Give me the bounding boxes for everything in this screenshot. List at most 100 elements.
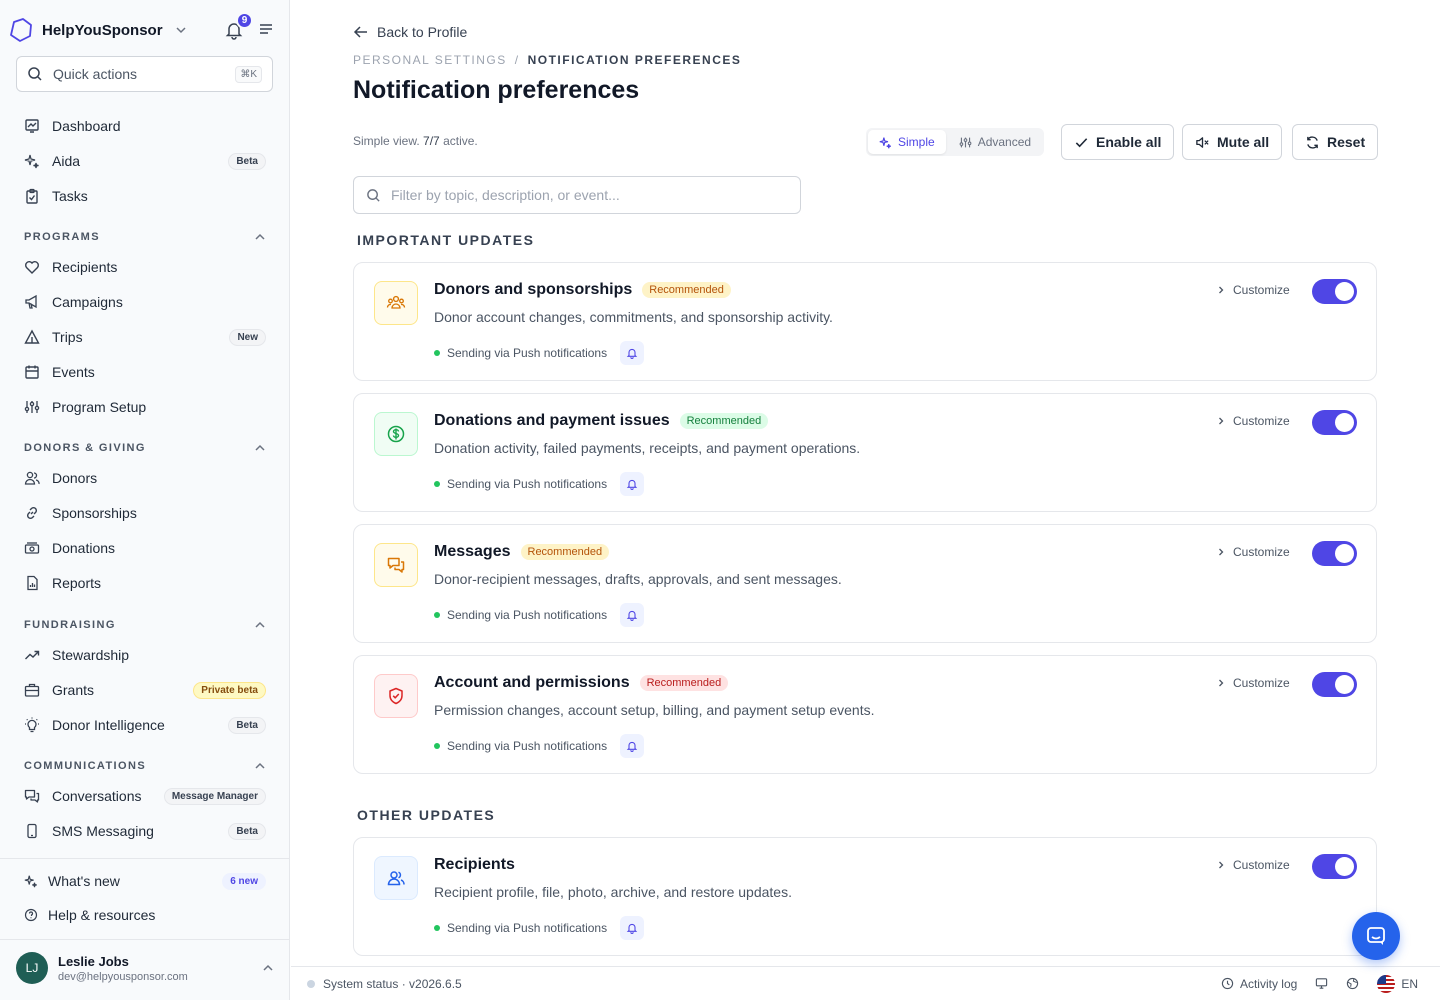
back-label: Back to Profile [377,24,468,40]
monitor-icon[interactable] [1315,977,1328,990]
nav-tasks[interactable]: Tasks [24,184,266,208]
mute-all-button[interactable]: Mute all [1182,124,1283,160]
advanced-label: Advanced [977,135,1032,149]
delivery-label: Sending via Push notifications [447,739,608,753]
enable-toggle[interactable] [1312,854,1357,879]
private-beta-badge: Private beta [193,681,266,699]
nav-grants[interactable]: Grants Private beta [24,678,266,702]
globe-icon[interactable] [1346,977,1359,990]
collapse-menu-icon[interactable] [258,21,274,37]
enable-all-label: Enable all [1096,134,1162,150]
enable-toggle[interactable] [1312,672,1357,697]
other-updates-heading: OTHER UPDATES [357,807,496,823]
refresh-icon [1307,135,1318,149]
nav-conversations[interactable]: Conversations Message Manager [24,784,266,808]
customize-button[interactable]: Customize [1216,545,1290,559]
briefcase-icon [24,682,40,698]
message-manager-badge: Message Manager [163,787,266,805]
breadcrumb-current: NOTIFICATION PREFERENCES [527,53,742,67]
enable-all-button[interactable]: Enable all [1061,124,1175,160]
heart-icon [24,259,40,275]
breadcrumb-parent[interactable]: PERSONAL SETTINGS [353,53,507,67]
quick-actions-label: Quick actions [53,66,138,82]
nav-whats-new[interactable]: What's new 6 new [24,869,266,893]
nav-label: Grants [52,682,95,698]
users-icon [24,470,40,486]
push-bell-icon[interactable] [620,341,645,365]
section-donors-giving[interactable]: DONORS & GIVING [24,442,266,454]
enable-toggle[interactable] [1312,279,1357,304]
nav-aida[interactable]: Aida Beta [24,149,266,173]
quick-actions-search[interactable]: Quick actions ⌘K [16,56,273,92]
language-selector[interactable]: EN [1377,974,1418,993]
nav-program-setup[interactable]: Program Setup [24,395,266,419]
notification-count-badge: 9 [236,12,253,29]
nav-sms-messaging[interactable]: SMS Messaging Beta [24,819,266,843]
nav-label: Campaigns [52,294,123,310]
card-description: Permission changes, account setup, billi… [434,702,875,718]
push-bell-icon[interactable] [620,916,645,940]
nav-trips[interactable]: Trips New [24,325,266,349]
chat-bubbles-icon [24,788,40,804]
nav-label: SMS Messaging [52,823,154,839]
simple-view-button[interactable]: Simple [868,130,946,154]
nav-label: Aida [52,153,81,169]
delivery-status: Sending via Push notifications [434,341,645,365]
nav-donor-intelligence[interactable]: Donor Intelligence Beta [24,713,266,737]
customize-button[interactable]: Customize [1216,676,1290,690]
section-title: COMMUNICATIONS [24,760,147,772]
org-switcher[interactable]: HelpYouSponsor [8,16,187,44]
section-programs[interactable]: PROGRAMS [24,231,266,243]
user-menu[interactable]: LJ Leslie Jobs dev@helpyousponsor.com [16,952,274,984]
enable-toggle[interactable] [1312,541,1357,566]
system-status[interactable]: System status · v2026.6.5 [307,977,462,991]
system-status-label: System status · v2026.6.5 [323,976,462,991]
nav-donors[interactable]: Donors [24,466,266,490]
enable-toggle[interactable] [1312,410,1357,435]
nav-campaigns[interactable]: Campaigns [24,290,266,314]
notification-card-messages: Messages Recommended Donor-recipient mes… [353,524,1377,643]
activity-log-link[interactable]: Activity log [1221,977,1297,991]
customize-button[interactable]: Customize [1216,414,1290,428]
important-updates-heading: IMPORTANT UPDATES [357,232,535,248]
new-count-badge: 6 new [222,872,266,890]
support-chat-button[interactable] [1352,912,1400,960]
delivery-label: Sending via Push notifications [447,921,608,935]
push-bell-icon[interactable] [620,734,645,758]
nav-label: Donations [52,540,116,556]
nav-reports[interactable]: Reports [24,571,266,595]
recommended-badge: Recommended [642,282,731,298]
nav-sponsorships[interactable]: Sponsorships [24,501,266,525]
breadcrumb-separator: / [514,53,520,67]
advanced-view-button[interactable]: Advanced [948,130,1042,154]
notification-card-recipients: Recipients Recipient profile, file, phot… [353,837,1377,956]
nav-donations[interactable]: Donations [24,536,266,560]
filter-input[interactable] [391,187,788,203]
phone-icon [24,823,40,839]
link-icon [24,505,40,521]
delivery-label: Sending via Push notifications [447,477,608,491]
activity-log-label: Activity log [1239,976,1298,991]
nav-dashboard[interactable]: Dashboard [24,114,266,138]
nav-stewardship[interactable]: Stewardship [24,643,266,667]
view-mode-toggle: Simple Advanced [866,128,1045,156]
reset-button[interactable]: Reset [1292,124,1379,160]
nav-events[interactable]: Events [24,360,266,384]
customize-button[interactable]: Customize [1216,858,1290,872]
shield-check-icon [374,674,418,718]
card-title: Recipients [434,856,515,873]
push-bell-icon[interactable] [620,603,645,627]
push-bell-icon[interactable] [620,472,645,496]
back-to-profile-link[interactable]: Back to Profile [353,24,467,40]
shortcut-hint: ⌘K [235,65,262,83]
language-label: EN [1401,976,1418,991]
card-description: Donor-recipient messages, drafts, approv… [434,571,842,587]
sparkles-icon [879,136,891,148]
nav-label: What's new [48,873,120,889]
section-communications[interactable]: COMMUNICATIONS [24,760,266,772]
notification-card-account-permissions: Account and permissions Recommended Perm… [353,655,1377,774]
nav-help-resources[interactable]: Help & resources [24,903,266,927]
section-fundraising[interactable]: FUNDRAISING [24,619,266,631]
nav-recipients[interactable]: Recipients [24,255,266,279]
customize-button[interactable]: Customize [1216,283,1290,297]
